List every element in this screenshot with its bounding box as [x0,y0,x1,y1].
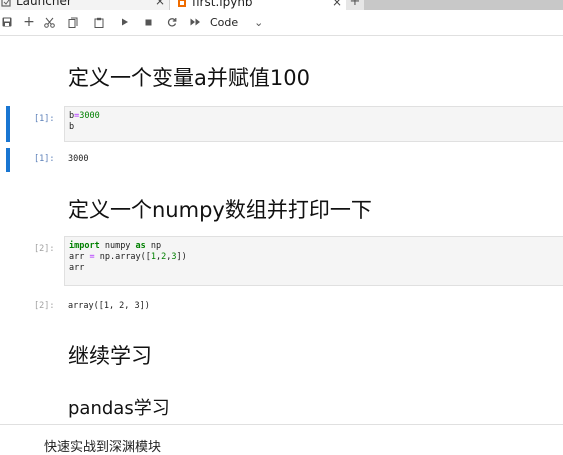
cell-type-value: Code [210,15,239,29]
run-icon[interactable] [118,13,132,31]
launcher-icon [0,0,12,7]
code-token: b [69,122,75,132]
tab-first-ipynb-label: first.ipynb [192,0,253,9]
tab-launcher[interactable]: Launcher × [0,0,170,10]
input-prompt: [1]: [34,114,55,124]
markdown-cell-4[interactable]: pandas学习 [68,394,170,420]
paste-icon[interactable] [92,13,106,31]
chevron-down-icon: ⌄ [254,15,264,29]
code-token: np [145,241,162,251]
close-tab-first-ipynb-icon[interactable]: × [328,0,346,10]
bottom-text: 快速实战到深渊模块 [44,440,162,455]
cell-output: array([1, 2, 3]) [68,301,150,311]
code-editor[interactable]: b=3000 b [64,106,563,142]
cell-type-select[interactable]: Code ⌄ [210,13,280,31]
fast-forward-icon[interactable] [188,13,202,31]
restart-icon[interactable] [165,13,179,31]
cut-icon[interactable] [42,13,56,31]
new-tab-button[interactable]: + [348,0,362,10]
code-token: 3000 [79,111,100,121]
input-prompt: [2]: [34,244,55,254]
notebook-toolbar: + Code ⌄ [0,10,563,36]
add-cell-icon[interactable]: + [22,13,36,31]
panel-divider [0,424,563,425]
input-collapser[interactable] [6,106,10,142]
cell-output: 3000 [68,154,89,164]
code-token: numpy [99,241,136,251]
markdown-cell-1[interactable]: 定义一个变量a并赋值100 [68,62,310,92]
output-prompt: [1]: [34,154,55,164]
output-prompt: [2]: [34,301,55,311]
code-token: as [135,241,146,251]
markdown-cell-3[interactable]: 继续学习 [68,340,152,370]
code-token: np.array([ [94,252,151,262]
tab-launcher-label: Launcher [16,0,72,8]
tab-bar-filler [364,0,563,10]
code-token: arr [69,263,85,273]
code-editor[interactable]: import numpy as np arr = np.array([1,2,3… [64,236,563,286]
notebook-icon [176,0,188,8]
notebook-panel: 定义一个变量a并赋值100 [1]: b=3000 b [1]: 3000 定义… [0,36,563,424]
copy-icon[interactable] [66,13,80,31]
save-icon[interactable] [0,13,14,31]
close-tab-launcher-icon[interactable]: × [151,0,169,10]
code-token: import [69,241,100,251]
tab-bar: Launcher × first.ipynb × + [0,0,563,10]
markdown-cell-2[interactable]: 定义一个numpy数组并打印一下 [68,194,372,224]
code-token: ]) [176,252,187,262]
tab-first-ipynb[interactable]: first.ipynb × [170,0,346,10]
stop-icon[interactable] [141,13,155,31]
code-token: arr [69,252,90,262]
output-collapser[interactable] [6,148,10,172]
